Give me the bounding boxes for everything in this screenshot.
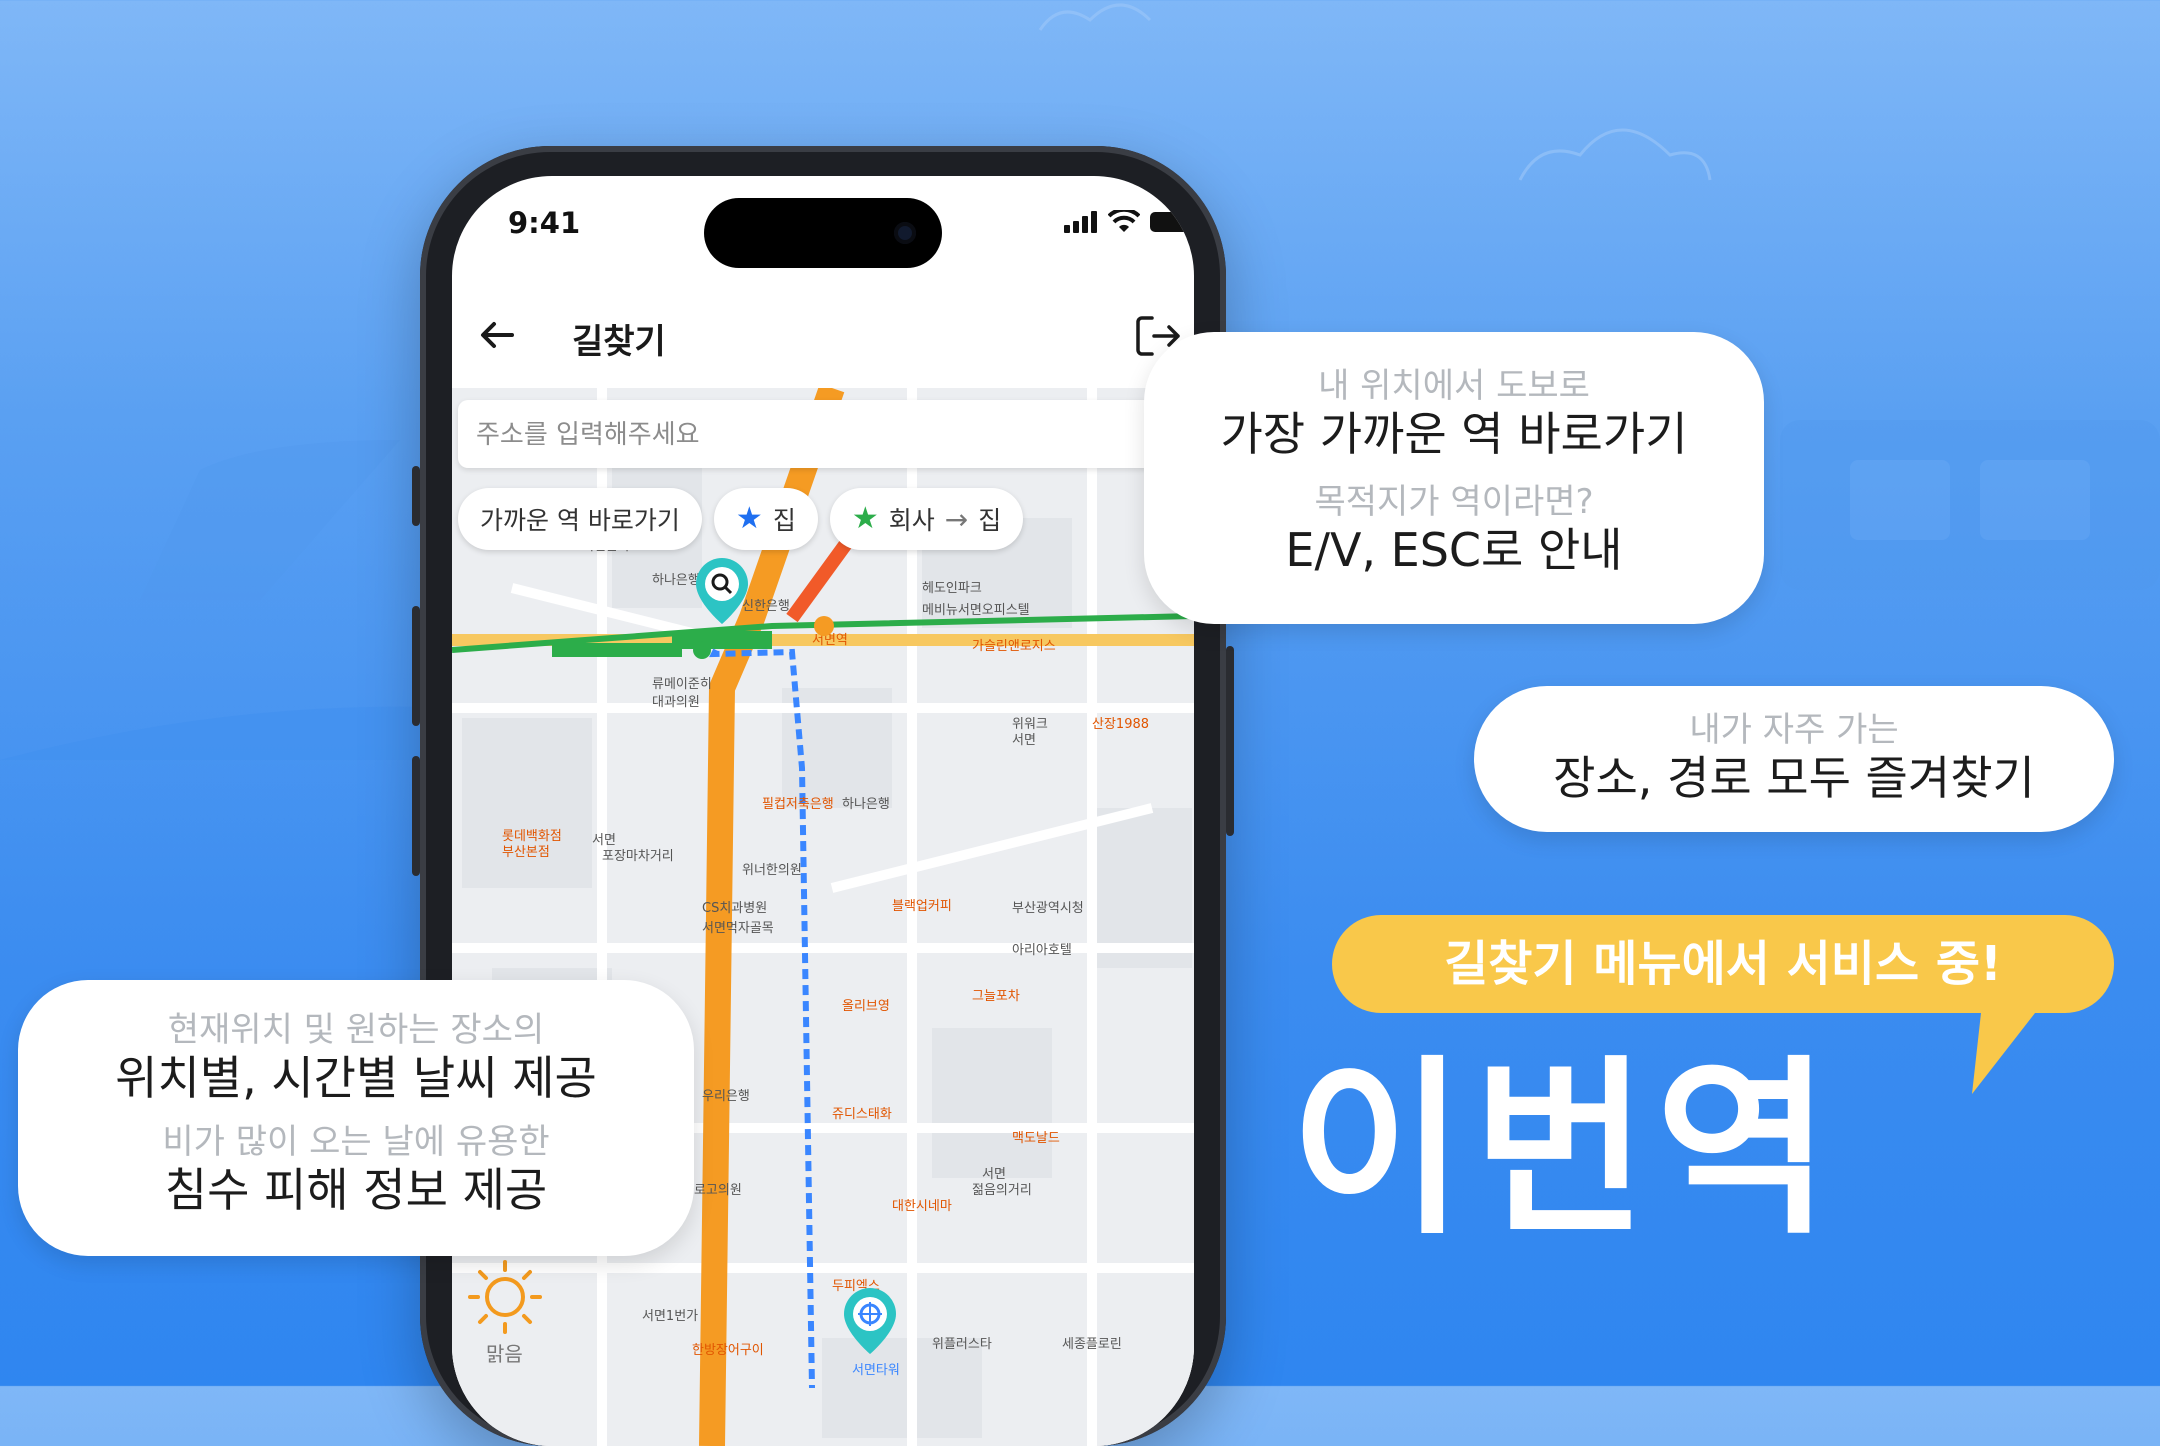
bubble-subtext: 내가 자주 가는 [1689,710,1899,750]
page-title: 길찾기 [572,322,666,362]
svg-text:그늘포차: 그늘포차 [972,989,1020,1004]
svg-text:서면: 서면 [592,833,616,848]
home-label: 집 [772,506,796,535]
svg-text:부산본점: 부산본점 [502,845,550,860]
app-header: 길찾기 [452,288,1194,398]
address-search-input[interactable] [458,400,1118,470]
battery-icon [1150,212,1194,232]
route-from-label: 회사 [888,506,935,535]
svg-text:쥬디스태화: 쥬디스태화 [832,1107,892,1122]
bubble-subtext: 내 위치에서 도보로 [1318,366,1590,406]
bubble-maintext: 가장 가까운 역 바로가기 [1220,407,1688,461]
status-icons [1064,210,1194,234]
brand-title: 이번역 [1290,1039,1839,1260]
nearest-station-label: 가까운 역 바로가기 [480,506,680,535]
svg-text:서면타워: 서면타워 [852,1363,900,1378]
back-arrow-icon[interactable] [474,312,520,358]
wifi-icon [1108,210,1140,232]
nearest-station-chip[interactable]: 가까운 역 바로가기 [458,488,702,550]
feature-bubble-favorites: 내가 자주 가는 장소, 경로 모두 즐겨찾기 [1474,686,2114,832]
svg-text:메비뉴서면오피스텔: 메비뉴서면오피스텔 [922,603,1030,618]
arrow-right-icon: → [944,502,969,536]
svg-text:대과의원: 대과의원 [652,695,700,710]
svg-text:서면: 서면 [982,1167,1006,1182]
bubble-subtext: 비가 많이 오는 날에 유용한 [162,1122,550,1162]
svg-text:세종플로린: 세종플로린 [1062,1337,1122,1352]
favorite-home-chip[interactable]: ★ 집 [713,488,818,550]
svg-text:필컵저축은행: 필컵저축은행 [762,796,834,812]
star-icon: ★ [735,501,763,536]
bubble-maintext: 장소, 경로 모두 즐겨찾기 [1553,751,2035,805]
bubble-maintext: 위치별, 시간별 날씨 제공 [115,1051,597,1105]
svg-text:신한은행: 신한은행 [742,598,790,614]
dynamic-island [704,198,942,268]
svg-text:가슬린앤로지스: 가슬린앤로지스 [972,639,1056,654]
svg-text:서면1번가: 서면1번가 [642,1309,698,1324]
route-to-label: 집 [978,506,1002,535]
svg-text:위너한의원: 위너한의원 [742,863,802,878]
phone-volume-down [412,756,420,876]
bubble-maintext: E/V, ESC로 안내 [1285,523,1623,577]
svg-text:하나은행: 하나은행 [842,796,890,812]
svg-text:위워크: 위워크 [1012,717,1048,732]
svg-text:대한시네마: 대한시네마 [892,1199,952,1214]
svg-text:위플러스타: 위플러스타 [932,1337,992,1352]
camera-icon [894,222,916,244]
svg-text:서면먹자골목: 서면먹자골목 [702,921,774,936]
bubble-subtext: 현재위치 및 원하는 장소의 [167,1010,545,1050]
feature-bubble-nearest-station: 내 위치에서 도보로 가장 가까운 역 바로가기 목적지가 역이라면? E/V,… [1144,332,1764,624]
svg-text:하나은행: 하나은행 [652,572,700,588]
svg-text:한방장어구이: 한방장어구이 [692,1343,764,1358]
weather-label: 맑음 [486,1342,523,1366]
phone-side-button [412,466,420,526]
favorite-route-chip[interactable]: ★ 회사 → 집 [829,488,1024,550]
signal-icon [1064,211,1097,233]
svg-text:롯데백화점: 롯데백화점 [502,829,562,844]
callout-tail [1972,1004,2042,1094]
feature-bubble-weather: 현재위치 및 원하는 장소의 위치별, 시간별 날씨 제공 비가 많이 오는 날… [18,980,694,1256]
bubble-maintext: 침수 피해 정보 제공 [164,1163,548,1217]
svg-text:아리아호텔: 아리아호텔 [1012,943,1072,958]
svg-text:헤도인파크: 헤도인파크 [922,581,982,596]
svg-text:부산광역시청: 부산광역시청 [1012,901,1084,916]
svg-text:서면역: 서면역 [812,633,848,648]
sun-weather-icon[interactable] [466,1258,544,1336]
service-callout: 길찾기 메뉴에서 서비스 중! [1332,915,2114,1013]
star-icon: ★ [851,501,879,536]
phone-power-button [1226,646,1234,836]
svg-text:산장1988: 산장1988 [1092,717,1149,732]
map-view[interactable]: 서면문화로 하나은행 신한은행 서면역 헤도인파크 메비뉴서면오피스텔 가슬린앤… [452,388,1194,1446]
address-search-box[interactable] [458,400,1158,470]
svg-text:젊음의거리: 젊음의거리 [972,1183,1032,1198]
bubble-subtext: 목적지가 역이라면? [1314,482,1594,522]
svg-text:류메이준히: 류메이준히 [652,677,712,692]
status-time: 9:41 [508,206,581,240]
svg-text:서면: 서면 [1012,733,1036,748]
phone-volume-up [412,606,420,726]
quick-chips: 가까운 역 바로가기 ★ 집 ★ 회사 → 집 [458,488,1024,550]
svg-text:CS치과병원: CS치과병원 [702,901,767,916]
svg-text:맥도날드: 맥도날드 [1012,1131,1060,1146]
svg-text:우리은행: 우리은행 [702,1088,750,1104]
svg-text:올리브영: 올리브영 [842,999,890,1014]
svg-text:블랙업커피: 블랙업커피 [892,899,952,914]
svg-text:포장마차거리: 포장마차거리 [602,849,674,864]
